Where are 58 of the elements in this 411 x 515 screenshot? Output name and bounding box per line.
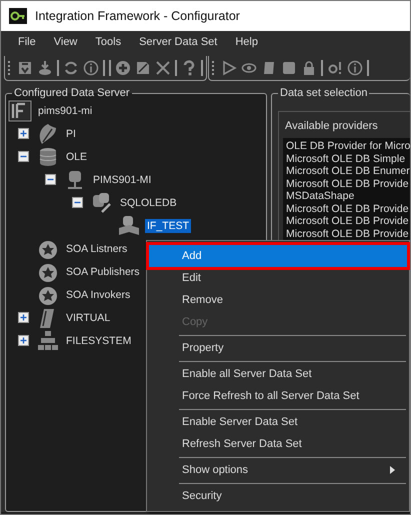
tree-item[interactable]: SOA Listners bbox=[64, 242, 130, 256]
square-icon[interactable] bbox=[281, 60, 297, 76]
refresh-icon[interactable] bbox=[63, 60, 79, 76]
tree-item[interactable]: SOA Publishers bbox=[64, 264, 142, 278]
menu-item[interactable]: Enable all Server Data Set bbox=[149, 363, 407, 385]
menu-item[interactable]: Remove bbox=[149, 289, 407, 311]
lock-icon[interactable] bbox=[301, 60, 317, 76]
expand-toggle[interactable] bbox=[18, 312, 29, 323]
help-icon[interactable] bbox=[181, 60, 197, 76]
tree-item[interactable]: PIMS901-MI bbox=[91, 172, 154, 186]
collapse-toggle[interactable] bbox=[18, 151, 29, 162]
submenu-arrow-icon bbox=[390, 466, 395, 474]
provider-item[interactable]: Microsoft OLE DB Enumer bbox=[286, 165, 407, 178]
logo-icon bbox=[8, 100, 32, 122]
app-logo-icon bbox=[9, 8, 27, 24]
menu-item[interactable]: Tools bbox=[86, 36, 130, 48]
edit-icon[interactable] bbox=[135, 60, 151, 76]
provider-item[interactable]: Microsoft OLE DB Provide bbox=[286, 215, 407, 228]
info-icon[interactable] bbox=[347, 60, 363, 76]
provider-item[interactable]: Microsoft OLE DB Provide bbox=[286, 202, 407, 215]
menu-item[interactable]: Force Refresh to all Server Data Set bbox=[149, 385, 407, 407]
play-icon[interactable] bbox=[221, 60, 237, 76]
hierarchy-icon bbox=[36, 330, 60, 352]
tree-item[interactable]: FILESYSTEM bbox=[64, 334, 134, 348]
plus-icon[interactable] bbox=[115, 60, 131, 76]
window-title: Integration Framework - Configurator bbox=[35, 9, 240, 23]
menu-item[interactable]: Enable Server Data Set bbox=[149, 411, 407, 433]
collapse-toggle[interactable] bbox=[72, 197, 83, 208]
collapse-toggle[interactable] bbox=[45, 174, 56, 185]
tree-item[interactable]: pims901-mi bbox=[36, 104, 94, 118]
tree-item[interactable]: SQLOLEDB bbox=[118, 196, 179, 210]
provider-item[interactable]: Microsoft OLE DB Simple bbox=[286, 152, 407, 165]
info-icon[interactable] bbox=[83, 60, 99, 76]
menu-item[interactable]: View bbox=[44, 36, 86, 48]
tree-item[interactable]: IF_TEST bbox=[145, 218, 192, 232]
menu-item[interactable]: Edit bbox=[149, 267, 407, 289]
menu-item[interactable]: Add bbox=[149, 245, 407, 267]
menu-item[interactable]: Security bbox=[149, 485, 407, 507]
expand-toggle[interactable] bbox=[18, 128, 29, 139]
menu-item[interactable]: File bbox=[9, 36, 45, 48]
cross-icon[interactable] bbox=[155, 60, 171, 76]
download-icon[interactable] bbox=[37, 60, 53, 76]
expand-toggle[interactable] bbox=[18, 335, 29, 346]
tree-item[interactable]: OLE bbox=[64, 150, 90, 164]
provider-item[interactable]: MSDataShape bbox=[286, 190, 407, 202]
menu-item[interactable]: Property bbox=[149, 337, 407, 359]
tree-item[interactable]: SOA Invokers bbox=[64, 288, 132, 302]
tree-item[interactable]: PI bbox=[64, 126, 78, 140]
list-title: Available providers bbox=[285, 120, 379, 132]
menu-item[interactable]: Show options bbox=[149, 459, 407, 481]
menu-item[interactable]: Server Data Set bbox=[130, 36, 226, 48]
provider-item[interactable]: Microsoft OLE DB Provide bbox=[286, 178, 407, 190]
panel-title: Data set selection bbox=[279, 88, 368, 99]
tree-item[interactable]: VIRTUAL bbox=[64, 310, 112, 324]
provider-item[interactable]: Microsoft OLE DB Provide bbox=[286, 228, 407, 240]
menu-item[interactable]: Help bbox=[226, 36, 267, 48]
panel-title: Configured Data Server bbox=[13, 87, 131, 99]
menu-item[interactable]: Refresh Server Data Set bbox=[149, 433, 407, 455]
